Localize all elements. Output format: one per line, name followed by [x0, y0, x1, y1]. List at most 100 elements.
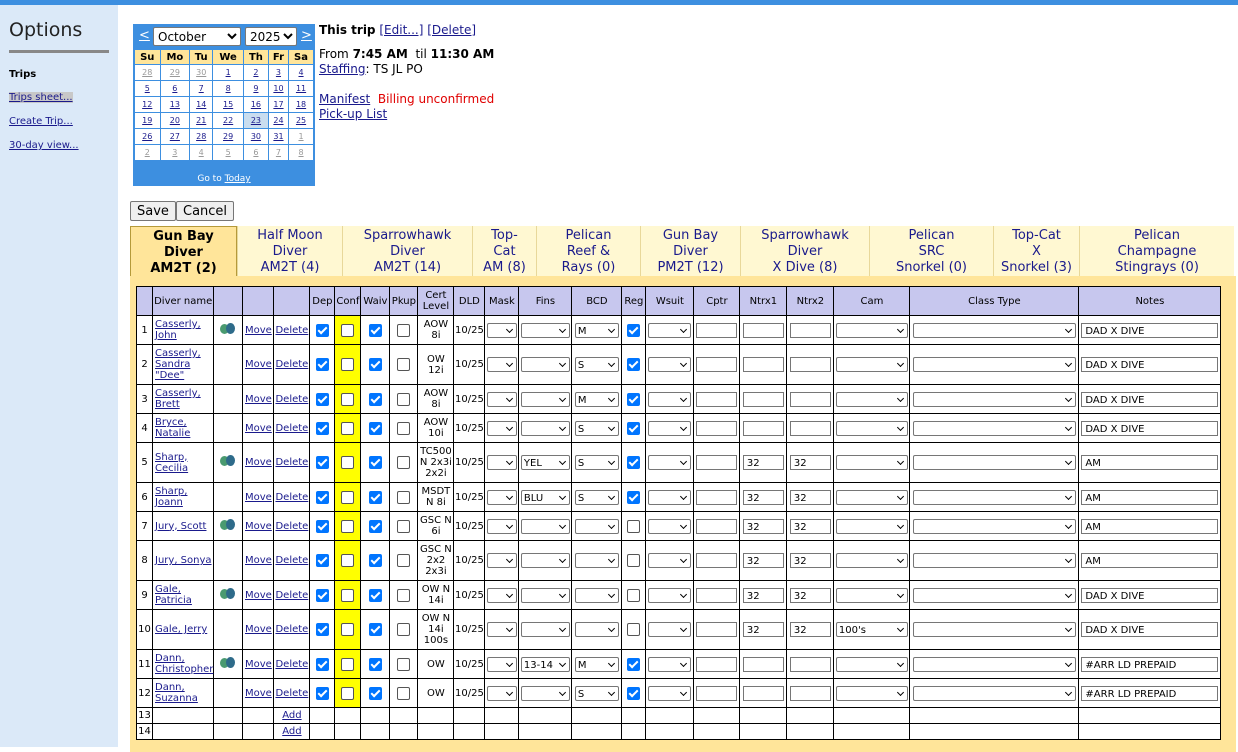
notes-input[interactable]: AM: [1081, 489, 1219, 505]
cptr-input[interactable]: [696, 622, 738, 637]
mask-select[interactable]: [486, 656, 517, 672]
calendar-day-cell[interactable]: 28: [134, 64, 161, 81]
wsuit-select[interactable]: [648, 518, 692, 534]
delete-link[interactable]: Delete: [275, 659, 308, 670]
diver-name-link[interactable]: Dann, Suzanna: [155, 682, 198, 704]
calendar-day-cell[interactable]: 28: [189, 128, 214, 145]
calendar-day-link[interactable]: 6: [172, 84, 177, 93]
calendar-day-link[interactable]: 20: [170, 116, 180, 125]
mask-select[interactable]: [486, 357, 517, 372]
move-link[interactable]: Move: [245, 423, 272, 434]
conf-checkbox[interactable]: [341, 686, 355, 700]
pkup-checkbox[interactable]: [397, 392, 411, 406]
cam-select[interactable]: [835, 391, 908, 407]
ntrx2-input[interactable]: 32: [789, 455, 831, 470]
notes-input[interactable]: DAD X DIVE: [1081, 357, 1219, 372]
reg-checkbox[interactable]: [627, 686, 641, 700]
delete-link[interactable]: Delete: [275, 521, 308, 532]
reg-checkbox[interactable]: [627, 323, 641, 337]
waiv-checkbox[interactable]: [368, 588, 382, 602]
calendar-day-link[interactable]: 7: [199, 84, 204, 93]
wsuit-select[interactable]: [648, 489, 692, 505]
cptr-input[interactable]: [696, 656, 738, 672]
move-link[interactable]: Move: [245, 325, 272, 336]
bcd-select[interactable]: M: [574, 322, 619, 338]
fins-select[interactable]: [520, 357, 570, 372]
ntrx2-input[interactable]: 32: [789, 622, 831, 637]
trip-tab[interactable]: Sparrowhawk Diver X Dive (8): [740, 226, 869, 276]
move-link[interactable]: Move: [245, 688, 272, 699]
bcd-select[interactable]: M: [574, 656, 619, 672]
calendar-prev-link[interactable]: <: [139, 28, 150, 43]
conf-checkbox[interactable]: [341, 456, 355, 469]
pkup-checkbox[interactable]: [397, 421, 411, 435]
manifest-link[interactable]: Manifest: [319, 92, 370, 106]
ntrx2-input[interactable]: 32: [789, 489, 831, 505]
dep-checkbox[interactable]: [315, 519, 329, 533]
calendar-day-link[interactable]: 25: [296, 116, 306, 125]
calendar-day-cell[interactable]: 15: [212, 96, 244, 113]
cptr-input[interactable]: [696, 587, 738, 603]
move-link[interactable]: Move: [245, 492, 272, 503]
calendar-day-cell[interactable]: 11: [288, 80, 314, 97]
class-type-select[interactable]: [912, 357, 1076, 372]
calendar-day-cell[interactable]: 9: [242, 80, 269, 97]
calendar-day-cell[interactable]: 5: [134, 80, 161, 97]
reg-checkbox[interactable]: [627, 519, 641, 533]
diver-name-link[interactable]: Casserly, Brett: [155, 388, 201, 410]
cptr-input[interactable]: [696, 455, 738, 470]
class-type-select[interactable]: [912, 518, 1076, 534]
diver-group-icon[interactable]: [219, 656, 237, 670]
wsuit-select[interactable]: [648, 656, 692, 672]
calendar-day-link[interactable]: 27: [170, 132, 180, 141]
calendar-day-link[interactable]: 28: [142, 68, 152, 77]
cptr-input[interactable]: [696, 391, 738, 407]
calendar-day-cell[interactable]: 1: [288, 128, 314, 145]
class-type-select[interactable]: [912, 322, 1076, 338]
trip-tab[interactable]: Top- Cat AM (8): [472, 226, 536, 276]
calendar-day-link[interactable]: 31: [273, 132, 283, 141]
ntrx1-input[interactable]: [742, 357, 784, 372]
calendar-day-cell[interactable]: 18: [288, 96, 314, 113]
fins-select[interactable]: [520, 587, 570, 603]
conf-checkbox[interactable]: [341, 490, 355, 504]
trip-tab[interactable]: Gun Bay Diver PM2T (12): [640, 226, 740, 276]
class-type-select[interactable]: [912, 622, 1076, 637]
class-type-select[interactable]: [912, 553, 1076, 568]
fins-select[interactable]: [520, 322, 570, 338]
delete-link[interactable]: Delete: [275, 457, 308, 468]
delete-link[interactable]: Delete: [275, 325, 308, 336]
diver-name-link[interactable]: Jury, Scott: [155, 521, 206, 532]
calendar-day-cell[interactable]: 20: [159, 112, 191, 129]
calendar-day-link[interactable]: 9: [253, 84, 258, 93]
trip-tab[interactable]: Top-Cat X Snorkel (3): [993, 226, 1079, 276]
calendar-day-cell[interactable]: 29: [212, 128, 244, 145]
calendar-day-cell[interactable]: 7: [267, 144, 290, 161]
bcd-select[interactable]: S: [574, 489, 619, 505]
fins-select[interactable]: [520, 518, 570, 534]
ntrx2-input[interactable]: 32: [789, 518, 831, 534]
calendar-day-cell[interactable]: 7: [189, 80, 214, 97]
delete-link[interactable]: Delete: [275, 555, 308, 566]
ntrx1-input[interactable]: 32: [742, 587, 784, 603]
pkup-checkbox[interactable]: [397, 657, 411, 671]
wsuit-select[interactable]: [648, 357, 692, 372]
waiv-checkbox[interactable]: [368, 623, 382, 636]
ntrx1-input[interactable]: [742, 391, 784, 407]
class-type-select[interactable]: [912, 391, 1076, 407]
move-link[interactable]: Move: [245, 394, 272, 405]
dep-checkbox[interactable]: [315, 323, 329, 337]
trip-tab[interactable]: Sparrowhawk Diver AM2T (14): [342, 226, 472, 276]
waiv-checkbox[interactable]: [368, 323, 382, 337]
trip-delete-link[interactable]: [Delete]: [427, 23, 476, 37]
trip-edit-link[interactable]: [Edit...]: [379, 23, 423, 37]
calendar-day-cell[interactable]: 29: [159, 64, 191, 81]
pickup-list-link[interactable]: Pick-up List: [319, 107, 387, 121]
class-type-select[interactable]: [912, 685, 1076, 701]
bcd-select[interactable]: M: [574, 391, 619, 407]
delete-link[interactable]: Delete: [275, 688, 308, 699]
calendar-day-link[interactable]: 28: [196, 132, 206, 141]
trip-tab[interactable]: Gun Bay Diver AM2T (2): [130, 226, 237, 276]
reg-checkbox[interactable]: [627, 456, 641, 469]
calendar-day-link[interactable]: 8: [298, 148, 303, 157]
